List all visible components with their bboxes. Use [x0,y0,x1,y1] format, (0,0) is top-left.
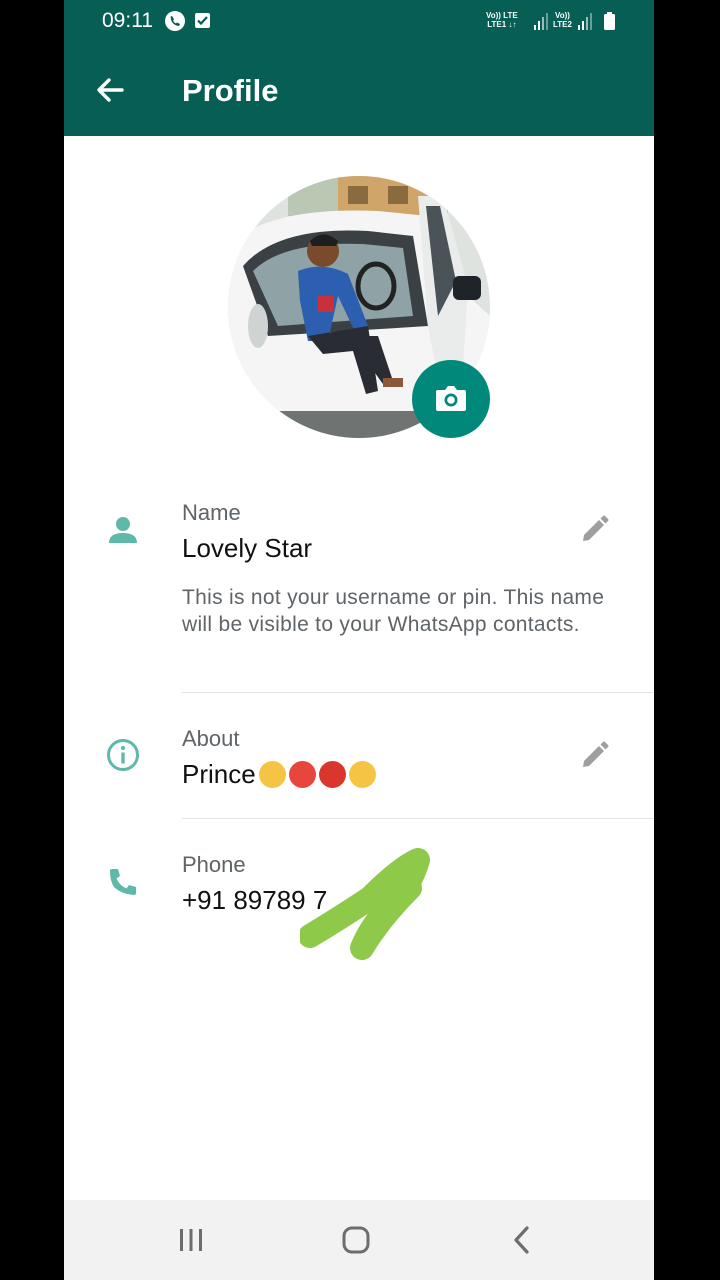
name-label: Name [182,500,241,525]
arrow-left-icon[interactable] [92,72,128,108]
divider [182,818,654,819]
page-title: Profile [182,73,279,108]
sim1-signal-icon [534,13,548,30]
sim2-network-label: Vo)) LTE2 [553,11,572,29]
chevron-left-icon[interactable] [498,1220,546,1260]
app-bar: Profile [64,44,654,136]
name-value: Lovely Star [182,533,313,563]
name-hint-text: This is not your username or pin. This n… [182,586,605,636]
phone-label: Phone [182,852,246,877]
battery-icon [604,12,615,30]
change-photo-button[interactable] [412,360,490,438]
edit-about-pencil-icon[interactable] [578,740,610,772]
cursing-face-emoji [318,761,346,788]
angry-face-emoji [288,761,316,788]
about-text: Prince [182,759,256,789]
camera-icon [436,386,466,411]
task-check-icon [195,13,210,28]
edit-name-pencil-icon[interactable] [578,514,610,546]
sim1-network-label: Vo)) LTE LTE1 ↓↑ [486,11,518,29]
raised-eyebrow-face-emoji [348,761,376,788]
recents-icon[interactable] [167,1220,215,1260]
redaction-scribble [300,848,430,960]
divider [182,692,654,693]
phone-screen: 09:11 Vo)) LTE LTE1 ↓↑ Vo)) LTE2 Profile… [64,0,654,1280]
about-label: About [182,726,240,751]
person-icon [109,517,137,543]
status-bar: 09:11 Vo)) LTE LTE1 ↓↑ Vo)) LTE2 [64,0,654,44]
about-value: Prince [182,759,376,790]
home-icon[interactable] [332,1220,380,1260]
huffing-face-emoji [258,761,286,788]
whatsapp-notification-icon [165,11,185,31]
system-nav-bar [64,1200,654,1280]
sim2-signal-icon [578,13,592,30]
info-icon [107,739,139,771]
status-time: 09:11 [102,9,153,32]
phone-icon [110,869,136,895]
